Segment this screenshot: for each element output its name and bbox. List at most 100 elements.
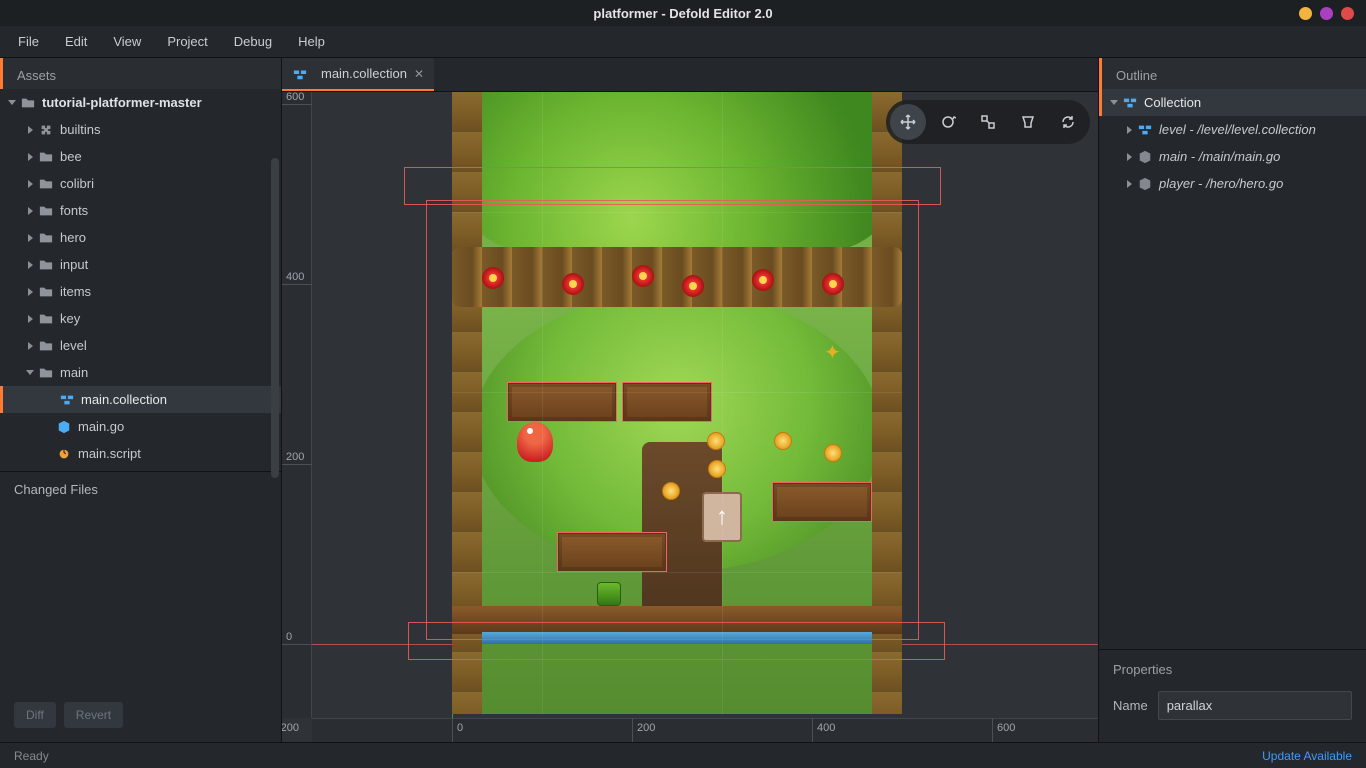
tree-label: tutorial-platformer-master: [42, 95, 202, 110]
chevron-right-icon[interactable]: [24, 340, 36, 352]
menu-help[interactable]: Help: [286, 28, 337, 55]
editor-area: main.collection ✕ 02004006008001000 -200…: [282, 58, 1098, 742]
menu-file[interactable]: File: [6, 28, 51, 55]
right-panel: Outline Collection level - /level/level.c…: [1098, 58, 1366, 742]
tool-scale[interactable]: [970, 104, 1006, 140]
titlebar: platformer - Defold Editor 2.0: [0, 0, 1366, 26]
asset-item-bee[interactable]: bee: [0, 143, 281, 170]
statusbar: Ready Update Available: [0, 742, 1366, 768]
chevron-right-icon[interactable]: [24, 259, 36, 271]
prop-name-label: Name: [1113, 698, 1148, 713]
tree-label: key: [60, 311, 80, 326]
outline-item-player[interactable]: player - /hero/hero.go: [1099, 170, 1366, 197]
diff-button[interactable]: Diff: [14, 702, 56, 728]
outline-tree[interactable]: Collection level - /level/level.collectio…: [1099, 89, 1366, 201]
asset-item-main-script[interactable]: main.script: [0, 440, 281, 467]
asset-item-items[interactable]: items: [0, 278, 281, 305]
selection-rect: [426, 200, 919, 640]
tool-visibility[interactable]: [1010, 104, 1046, 140]
outline-item-main[interactable]: main - /main/main.go: [1099, 143, 1366, 170]
chevron-right-icon[interactable]: [1123, 178, 1135, 190]
tree-label: main.script: [78, 446, 141, 461]
ruler-tick: 600: [282, 104, 312, 105]
tree-label: level - /level/level.collection: [1159, 122, 1316, 137]
tree-label: Collection: [1144, 95, 1201, 110]
chevron-right-icon[interactable]: [24, 313, 36, 325]
asset-item-main-collection[interactable]: main.collection: [0, 386, 281, 413]
status-text: Ready: [14, 749, 49, 763]
collection-icon: [292, 66, 308, 82]
ruler-tick: 0: [282, 644, 312, 645]
tree-label: player - /hero/hero.go: [1159, 176, 1283, 191]
chevron-right-icon[interactable]: [24, 205, 36, 217]
asset-item-tutorial-platformer-master[interactable]: tutorial-platformer-master: [0, 89, 281, 116]
scrollbar[interactable]: [271, 158, 279, 478]
menu-view[interactable]: View: [101, 28, 153, 55]
tab-label: main.collection: [321, 66, 407, 81]
tab-main-collection[interactable]: main.collection ✕: [282, 58, 434, 91]
tool-move[interactable]: [890, 104, 926, 140]
tree-label: items: [60, 284, 91, 299]
tree-label: hero: [60, 230, 86, 245]
assets-tree[interactable]: tutorial-platformer-master builtins bee col…: [0, 89, 281, 471]
chevron-right-icon[interactable]: [24, 178, 36, 190]
ruler-horizontal: -200020040060080010001140: [312, 718, 1098, 742]
outline-item-level[interactable]: level - /level/level.collection: [1099, 116, 1366, 143]
asset-item-fonts[interactable]: fonts: [0, 197, 281, 224]
changed-files-panel: Changed Files Diff Revert: [0, 471, 281, 742]
chevron-right-icon[interactable]: [1123, 151, 1135, 163]
left-panel: Assets tutorial-platformer-master builtin…: [0, 58, 282, 742]
menu-project[interactable]: Project: [155, 28, 219, 55]
tree-label: main.go: [78, 419, 124, 434]
ruler-tick: 400: [812, 718, 813, 742]
prop-name-input[interactable]: [1158, 691, 1352, 720]
changed-files-title: Changed Files: [14, 482, 267, 497]
tool-rotate[interactable]: [930, 104, 966, 140]
tree-label: main.collection: [81, 392, 167, 407]
tree-label: input: [60, 257, 88, 272]
tree-label: main - /main/main.go: [1159, 149, 1280, 164]
menu-edit[interactable]: Edit: [53, 28, 99, 55]
chevron-right-icon[interactable]: [1123, 124, 1135, 136]
revert-button[interactable]: Revert: [64, 702, 123, 728]
asset-item-level[interactable]: level: [0, 332, 281, 359]
chevron-down-icon[interactable]: [1108, 97, 1120, 109]
chevron-down-icon[interactable]: [24, 367, 36, 379]
tree-label: colibri: [60, 176, 94, 191]
chevron-right-icon[interactable]: [24, 124, 36, 136]
tabbar: main.collection ✕: [282, 58, 1098, 92]
tool-refresh[interactable]: [1050, 104, 1086, 140]
asset-item-key[interactable]: key: [0, 305, 281, 332]
main-layout: Assets tutorial-platformer-master builtin…: [0, 58, 1366, 742]
menu-debug[interactable]: Debug: [222, 28, 284, 55]
chevron-right-icon[interactable]: [24, 151, 36, 163]
asset-item-main-go[interactable]: main.go: [0, 413, 281, 440]
properties-panel-header: Properties: [1099, 658, 1366, 683]
scene-viewport[interactable]: 02004006008001000 -200020040060080010001…: [282, 92, 1098, 742]
tree-label: main: [60, 365, 88, 380]
window-controls: [1299, 7, 1354, 20]
asset-item-input[interactable]: input: [0, 251, 281, 278]
ruler-tick: 400: [282, 284, 312, 285]
menubar: File Edit View Project Debug Help: [0, 26, 1366, 58]
window-minimize[interactable]: [1299, 7, 1312, 20]
ruler-tick: 600: [992, 718, 993, 742]
asset-item-hero[interactable]: hero: [0, 224, 281, 251]
window-close[interactable]: [1341, 7, 1354, 20]
assets-panel-header: Assets: [0, 58, 281, 89]
ruler-tick: 200: [632, 718, 633, 742]
chevron-right-icon[interactable]: [24, 286, 36, 298]
asset-item-builtins[interactable]: builtins: [0, 116, 281, 143]
close-icon[interactable]: ✕: [414, 67, 424, 81]
ruler-vertical: 02004006008001000: [282, 92, 312, 718]
asset-item-main[interactable]: main: [0, 359, 281, 386]
outline-panel-header: Outline: [1099, 58, 1366, 89]
window-maximize[interactable]: [1320, 7, 1333, 20]
outline-root[interactable]: Collection: [1099, 89, 1366, 116]
properties-panel: Properties Name: [1099, 649, 1366, 742]
chevron-right-icon[interactable]: [24, 232, 36, 244]
chevron-down-icon[interactable]: [6, 97, 18, 109]
asset-item-colibri[interactable]: colibri: [0, 170, 281, 197]
tree-label: bee: [60, 149, 82, 164]
update-available-link[interactable]: Update Available: [1262, 749, 1352, 763]
